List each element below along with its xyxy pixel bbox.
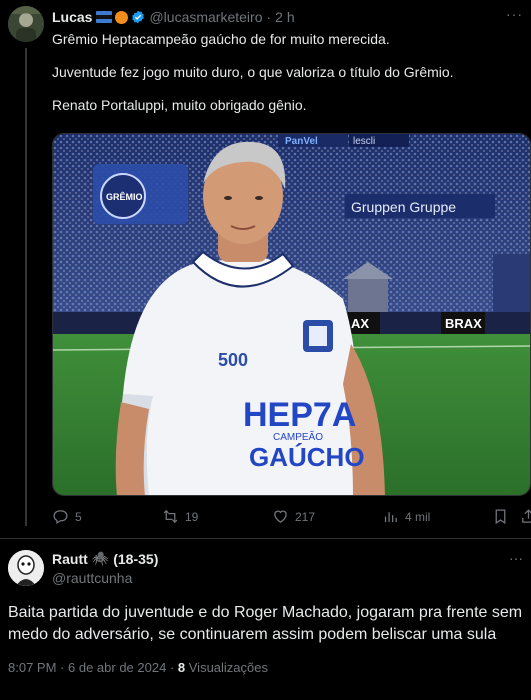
thread-connector bbox=[25, 48, 27, 526]
verified-badge-icon bbox=[132, 10, 145, 24]
tweet-actions: 5 19 217 4 mil bbox=[52, 508, 531, 528]
sponsor-top-left: PanVel bbox=[285, 136, 318, 147]
flag-icon bbox=[96, 11, 113, 23]
bookmark-button[interactable] bbox=[492, 508, 515, 525]
tweet-header: Lucas @lucasmarketeiro · 2 h bbox=[52, 8, 295, 26]
tweet-post: Lucas @lucasmarketeiro · 2 h ··· Grêmio … bbox=[0, 0, 531, 540]
separator-dot: · bbox=[266, 9, 272, 25]
like-button[interactable]: 217 bbox=[272, 508, 315, 525]
tweet-text-line: Grêmio Heptacampeão gaúcho de for muito … bbox=[52, 31, 390, 47]
author-name[interactable]: Lucas bbox=[52, 9, 92, 25]
author-name-row: Rautt 🕷️ (18-35) bbox=[52, 550, 158, 567]
sponsor-top-right: lescli bbox=[353, 136, 375, 147]
repost-button[interactable]: 19 bbox=[162, 508, 198, 525]
views-button[interactable]: 4 mil bbox=[382, 508, 430, 525]
board-right-text: BRAX bbox=[445, 316, 482, 331]
tweet-photo[interactable]: PanVel lescli GRÊMIO Gruppen Gruppe AX B… bbox=[52, 133, 531, 496]
share-icon bbox=[522, 509, 531, 523]
author-handle[interactable]: @rauttcunha bbox=[52, 570, 132, 586]
bookmark-icon bbox=[495, 509, 506, 525]
share-button[interactable] bbox=[520, 508, 531, 525]
tweet-text: Grêmio Heptacampeão gaúcho de for muito … bbox=[52, 30, 522, 129]
views-count: 8 bbox=[177, 660, 186, 675]
tweet-text: Baita partida do juventude e do Roger Ma… bbox=[8, 604, 523, 643]
post-date[interactable]: 6 de abr de 2024 bbox=[68, 660, 166, 675]
avatar[interactable] bbox=[8, 6, 44, 42]
post-meta: 8:07 PM · 6 de abr de 2024 · 8 Visualiza… bbox=[8, 660, 269, 675]
repost-icon bbox=[163, 509, 178, 524]
views-chart-icon bbox=[384, 512, 397, 523]
views-count: 4 mil bbox=[405, 509, 431, 524]
divider bbox=[0, 538, 531, 539]
more-options-button[interactable]: ··· bbox=[509, 550, 523, 566]
post-time[interactable]: 2 h bbox=[275, 9, 294, 25]
avatar[interactable] bbox=[8, 550, 44, 586]
author-name[interactable]: Rautt bbox=[52, 551, 88, 567]
tweet-text-line: Renato Portaluppi, muito obrigado gênio. bbox=[52, 97, 307, 113]
shirt-line-3: GAÚCHO bbox=[249, 442, 365, 472]
spider-icon: 🕷️ bbox=[91, 550, 110, 566]
club-banner-text: GRÊMIO bbox=[106, 191, 143, 202]
reply-count: 5 bbox=[75, 509, 82, 524]
post-time[interactable]: 8:07 PM bbox=[8, 660, 56, 675]
author-tag: (18-35) bbox=[113, 550, 159, 567]
reply-icon bbox=[53, 510, 68, 525]
repost-count: 19 bbox=[185, 509, 199, 524]
banner-right-text: Gruppen Gruppe bbox=[351, 199, 456, 215]
board-left-text: AX bbox=[351, 316, 369, 331]
reply-button[interactable]: 5 bbox=[52, 508, 82, 525]
tweet-text-line: Juventude fez jogo muito duro, o que val… bbox=[52, 64, 454, 80]
views-label: Visualizações bbox=[188, 660, 269, 675]
orange-circle-icon bbox=[115, 10, 129, 24]
like-count: 217 bbox=[295, 509, 316, 524]
author-handle[interactable]: @lucasmarketeiro bbox=[149, 9, 262, 25]
more-options-button[interactable]: ··· bbox=[506, 6, 523, 22]
heart-icon bbox=[274, 510, 287, 523]
shirt-line-1: HEP7A bbox=[243, 396, 356, 434]
tweet-reply: Rautt 🕷️ (18-35) @rauttcunha ··· Baita p… bbox=[0, 540, 531, 700]
shirt-number: 500 bbox=[218, 350, 248, 370]
